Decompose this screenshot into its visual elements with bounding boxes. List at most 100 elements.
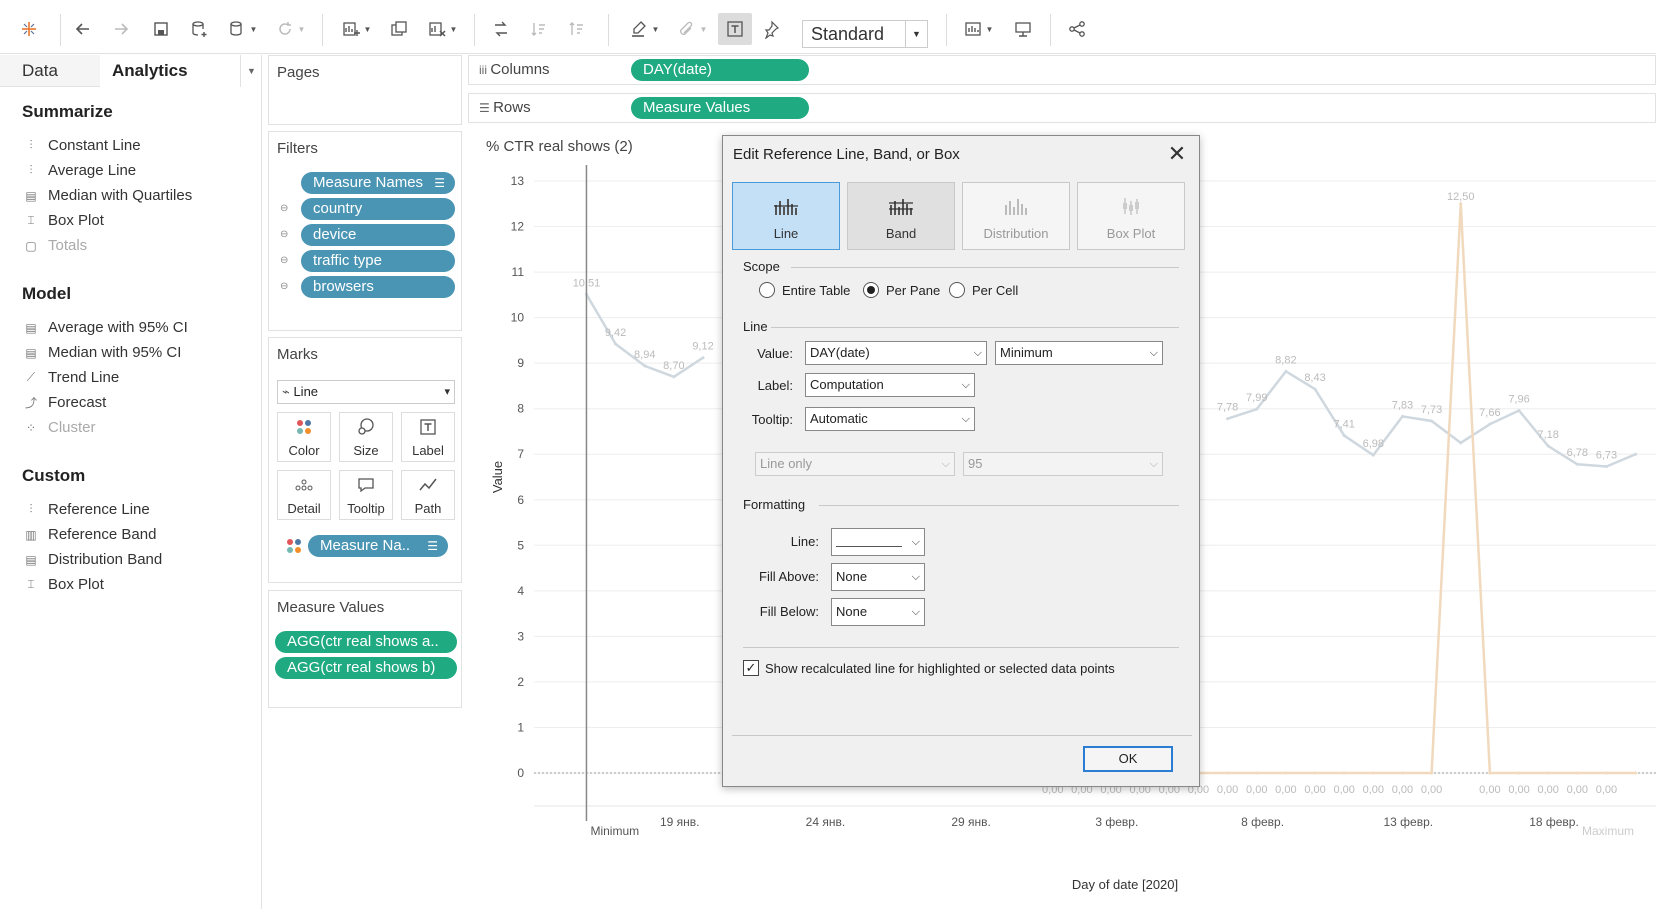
filter-pill-device[interactable]: device — [301, 224, 455, 246]
filter-pill-country[interactable]: country — [301, 198, 455, 220]
marks-size-button[interactable]: Size — [339, 412, 393, 462]
show-hide-cards-icon[interactable]: ▼ — [958, 16, 998, 42]
analytics-item-average-line[interactable]: ⫶ Average Line — [22, 162, 136, 179]
highlight-icon[interactable]: ▼ — [624, 16, 664, 42]
duplicate-sheet-icon[interactable] — [386, 16, 412, 42]
refresh-icon[interactable]: ▼ — [270, 16, 310, 42]
tooltip-select[interactable]: Automatic ⌵ — [805, 407, 975, 431]
marks-tooltip-button[interactable]: Tooltip — [339, 470, 393, 520]
analytics-item-average-ci[interactable]: ▤ Average with 95% CI — [22, 319, 187, 336]
analytics-item-forecast[interactable]: ⤴ Forecast — [22, 394, 106, 411]
mark-type-select[interactable]: ⌁ Line ▾ — [277, 380, 455, 404]
marks-path-button[interactable]: Path — [401, 470, 455, 520]
scope-entire-table-radio[interactable]: Entire Table — [759, 282, 850, 298]
pages-card[interactable]: Pages — [268, 55, 462, 125]
new-datasource-icon[interactable] — [186, 16, 212, 42]
pause-updates-icon[interactable]: ▼ — [222, 16, 262, 42]
data-label: 8,82 — [1275, 354, 1296, 366]
y-tick-label: 6 — [517, 493, 524, 507]
x-tick-label: 8 февр. — [1241, 815, 1284, 829]
analytics-item-box-plot-custom[interactable]: ⌶ Box Plot — [22, 576, 103, 593]
x-axis-label: Day of date [2020] — [1072, 877, 1178, 892]
data-label: 12,50 — [1447, 191, 1475, 203]
filter-pill-measure-names[interactable]: Measure Names ☰ — [301, 172, 455, 194]
marks-detail-button[interactable]: Detail — [277, 470, 331, 520]
value-aggregation-select[interactable]: Minimum ⌵ — [995, 341, 1163, 365]
data-point — [1604, 465, 1608, 469]
marks-label-button[interactable]: Label — [401, 412, 455, 462]
marks-card-title: Marks — [277, 346, 318, 363]
analytics-item-median-ci[interactable]: ▤ Median with 95% CI — [22, 344, 181, 361]
filter-pill-browsers[interactable]: browsers — [301, 276, 455, 298]
scope-per-cell-radio[interactable]: Per Cell — [949, 282, 1018, 298]
marks-card[interactable]: Marks ⌁ Line ▾ Color Size Label Detail T… — [268, 337, 462, 583]
analytics-item-constant-line[interactable]: ⫶ Constant Line — [22, 137, 140, 154]
line-group-label: Line — [743, 319, 768, 334]
columns-pill-day-date[interactable]: DAY(date) — [631, 59, 809, 81]
measure-values-card-title: Measure Values — [277, 599, 385, 616]
measure-values-card[interactable]: Measure Values AGG(ctr real shows a.. AG… — [268, 590, 462, 708]
data-point — [1284, 771, 1288, 775]
tableau-logo-icon[interactable] — [16, 16, 42, 42]
y-tick-label: 3 — [517, 629, 524, 643]
tab-data[interactable]: Data — [0, 55, 100, 87]
redo-icon[interactable] — [108, 16, 134, 42]
presentation-mode-icon[interactable] — [1010, 16, 1036, 42]
sort-descending-icon[interactable] — [564, 16, 590, 42]
fill-below-select[interactable]: None ⌵ — [831, 598, 925, 626]
analytics-item-cluster[interactable]: ⁘ Cluster — [22, 419, 96, 436]
type-button-line[interactable]: Line — [732, 182, 840, 250]
line-format-label: Line: — [790, 534, 819, 549]
filter-pill-traffic-type[interactable]: traffic type — [301, 250, 455, 272]
measure-pill-ctr-a[interactable]: AGG(ctr real shows a.. — [275, 631, 457, 653]
confidence-level-select[interactable]: 95 ⌵ — [963, 452, 1163, 476]
recalculated-line-checkbox[interactable]: ✓ — [743, 660, 759, 676]
new-worksheet-icon[interactable]: ▼ — [336, 16, 376, 42]
data-point — [1255, 407, 1259, 411]
clear-sheet-icon[interactable]: ▼ — [422, 16, 462, 42]
data-label: 9,12 — [692, 341, 713, 353]
tab-analytics[interactable]: Analytics — [100, 55, 240, 87]
data-label: 0,00 — [1363, 784, 1384, 796]
filters-card[interactable]: Filters Measure Names ☰ ⊖ country ⊖ devic… — [268, 131, 462, 331]
data-label: 7,96 — [1508, 394, 1529, 406]
rows-shelf[interactable]: ☰ Rows Measure Values — [468, 93, 1656, 123]
undo-icon[interactable] — [70, 16, 96, 42]
fit-select[interactable]: Standard ▼ — [802, 20, 928, 48]
type-button-band[interactable]: Band — [847, 182, 955, 250]
columns-shelf[interactable]: iii Columns DAY(date) — [468, 55, 1656, 85]
scope-per-pane-radio[interactable]: Per Pane — [863, 282, 940, 298]
analytics-item-trend-line[interactable]: ⟋ Trend Line — [22, 369, 119, 386]
ok-button[interactable]: OK — [1083, 746, 1173, 772]
fill-above-select[interactable]: None ⌵ — [831, 563, 925, 591]
value-field-select[interactable]: DAY(date) ⌵ — [805, 341, 987, 365]
measure-pill-ctr-b[interactable]: AGG(ctr real shows b) — [275, 657, 457, 679]
sort-ascending-icon[interactable] — [526, 16, 552, 42]
data-point — [614, 342, 618, 346]
analytics-item-reference-band[interactable]: ▥ Reference Band — [22, 526, 156, 543]
analytics-item-reference-line[interactable]: ⫶ Reference Line — [22, 501, 149, 518]
marks-color-button[interactable]: Color — [277, 412, 331, 462]
analytics-item-distribution-band[interactable]: ▤ Distribution Band — [22, 551, 162, 568]
analytics-item-box-plot[interactable]: ⌶ Box Plot — [22, 212, 103, 229]
close-icon[interactable]: ✕ — [1165, 142, 1189, 166]
marks-color-pill[interactable]: Measure Na.. ☰ — [308, 535, 448, 557]
label-icon — [402, 417, 454, 443]
show-mark-labels-icon[interactable] — [718, 13, 752, 45]
analytics-item-totals[interactable]: ▢ Totals — [22, 237, 87, 254]
group-members-icon[interactable]: ▼ — [672, 16, 712, 42]
fix-axes-icon[interactable] — [758, 16, 784, 42]
confidence-interval-type-select[interactable]: Line only ⌵ — [755, 452, 955, 476]
line-format-select[interactable]: ⌵ — [831, 528, 925, 556]
rows-pill-measure-values[interactable]: Measure Values — [631, 97, 809, 119]
type-button-distribution[interactable]: Distribution — [962, 182, 1070, 250]
pane-menu-icon[interactable]: ▼ — [240, 55, 262, 87]
y-tick-label: 1 — [517, 720, 524, 734]
share-icon[interactable] — [1064, 16, 1090, 42]
data-label: 8,94 — [634, 349, 655, 361]
swap-rows-columns-icon[interactable] — [488, 16, 514, 42]
analytics-item-median-quartiles[interactable]: ▤ Median with Quartiles — [22, 187, 192, 204]
save-icon[interactable] — [148, 16, 174, 42]
label-select[interactable]: Computation ⌵ — [805, 373, 975, 397]
type-button-box-plot[interactable]: Box Plot — [1077, 182, 1185, 250]
